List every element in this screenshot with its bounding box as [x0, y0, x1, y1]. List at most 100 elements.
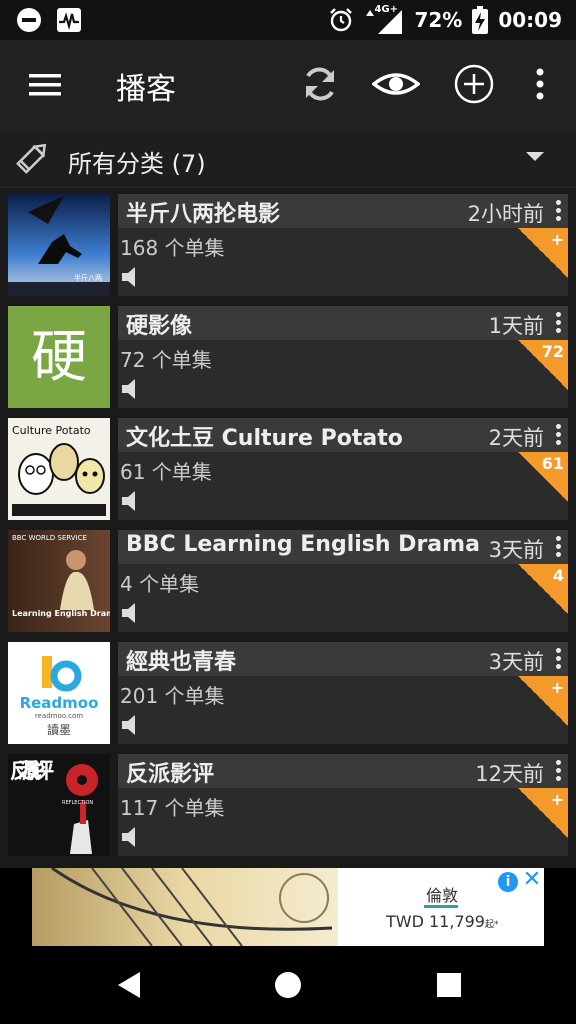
- podcast-info: 硬影像 1天前 72 个单集 72: [118, 306, 568, 408]
- signal-icon: 4G+: [364, 4, 404, 34]
- title-strip: 半斤八两抡电影 2小时前: [118, 194, 568, 228]
- readmoo-url-text: readmoo.com: [35, 712, 83, 720]
- podcast-row[interactable]: Readmoo readmoo.com 讀墨 經典也青春 3天前 201 个单集…: [8, 636, 568, 744]
- more-vert-icon[interactable]: [554, 646, 562, 672]
- add-circle-icon[interactable]: [452, 62, 496, 106]
- menu-icon[interactable]: [28, 68, 62, 102]
- bbc-show-text: Learning English Drama: [12, 609, 110, 618]
- podcast-title: 硬影像: [126, 314, 193, 339]
- episode-count: 72 个单集: [120, 348, 212, 372]
- podcast-row[interactable]: Culture Potato 文化土豆 Culture Potato 2天前 6…: [8, 412, 568, 520]
- badge-value: +: [550, 790, 564, 809]
- speaker-icon: [122, 267, 135, 287]
- podcast-title: BBC Learning English Drama: [126, 532, 480, 557]
- ad-price: TWD 11,799起*: [386, 912, 499, 931]
- ad-info-icon[interactable]: i: [498, 872, 518, 892]
- more-vert-icon[interactable]: [554, 198, 562, 224]
- podcast-info: BBC Learning English Drama 3天前 4 个单集 4: [118, 530, 568, 632]
- more-vert-icon[interactable]: [528, 62, 552, 106]
- podcast-artwork-readmoo: Readmoo readmoo.com 讀墨: [8, 642, 110, 744]
- podcast-updated-time: 12天前: [475, 762, 544, 786]
- more-vert-icon[interactable]: [554, 422, 562, 448]
- podcast-title: 文化土豆 Culture Potato: [126, 426, 403, 451]
- badge-value: 61: [541, 454, 564, 473]
- podcast-updated-time: 3天前: [488, 650, 544, 674]
- podcast-title: 反派影评: [126, 762, 215, 787]
- readmoo-cn-text: 讀墨: [47, 723, 71, 737]
- episode-count: 61 个单集: [120, 460, 212, 484]
- clock: 00:09: [498, 8, 562, 32]
- podcast-title: 半斤八两抡电影: [126, 202, 281, 227]
- activity-monitor-icon: [57, 8, 81, 32]
- speaker-icon: [122, 379, 135, 399]
- podcast-updated-time: 2天前: [488, 426, 544, 450]
- episode-count: 4 个单集: [120, 572, 200, 596]
- eye-icon[interactable]: [372, 62, 420, 106]
- new-episodes-badge: 72: [518, 340, 568, 390]
- new-episodes-badge: 61: [518, 452, 568, 502]
- podcast-info: 反派影评 12天前 117 个单集 +: [118, 754, 568, 856]
- podcast-updated-time: 1天前: [488, 314, 544, 338]
- fanpai-thumb-text: 反派影评: [10, 759, 54, 783]
- system-nav-bar: [0, 946, 576, 1024]
- podcast-row[interactable]: 反派影评 REFLECTION 反派影评 12天前 117 个单集 +: [8, 748, 568, 856]
- episode-count: 168 个单集: [120, 236, 225, 260]
- badge-value: +: [550, 678, 564, 697]
- podcast-info: 經典也青春 3天前 201 个单集 +: [118, 642, 568, 744]
- ad-banner[interactable]: 倫敦 TWD 11,799起* i ✕: [32, 868, 544, 946]
- do-not-disturb-icon: [17, 8, 41, 32]
- badge-value: +: [550, 230, 564, 249]
- podcast-artwork-fanpai: 反派影评 REFLECTION: [8, 754, 110, 856]
- status-bar: 4G+ 72% 00:09: [0, 0, 576, 40]
- chevron-down-icon[interactable]: [526, 152, 544, 161]
- fanpai-sub-text: REFLECTION: [62, 800, 93, 806]
- podcast-updated-time: 3天前: [488, 538, 544, 562]
- more-vert-icon[interactable]: [554, 310, 562, 336]
- title-strip: BBC Learning English Drama 3天前: [118, 530, 568, 564]
- title-strip: 反派影评 12天前: [118, 754, 568, 788]
- podcast-row[interactable]: 硬 硬影像 1天前 72 个单集 72: [8, 300, 568, 408]
- yingyingxiang-thumb-text: 硬: [31, 325, 87, 390]
- podcast-updated-time: 2小时前: [467, 202, 544, 226]
- refresh-icon[interactable]: [298, 62, 342, 106]
- speaker-icon: [122, 715, 135, 735]
- podcast-info: 文化土豆 Culture Potato 2天前 61 个单集 61: [118, 418, 568, 520]
- ad-price-suffix: 起*: [484, 920, 499, 930]
- close-icon[interactable]: ✕: [522, 869, 542, 891]
- home-icon[interactable]: [271, 968, 305, 1002]
- ad-image: [32, 868, 338, 946]
- speaker-icon: [122, 491, 135, 511]
- battery-percent: 72%: [414, 8, 463, 32]
- podcast-artwork-banjin: 半斤八两: [8, 194, 110, 296]
- podcast-title: 經典也青春: [126, 650, 237, 675]
- new-episodes-badge: +: [518, 788, 568, 838]
- battery-charging-icon: [472, 6, 489, 34]
- bbc-world-service-text: BBC WORLD SERVICE: [12, 534, 87, 542]
- more-vert-icon[interactable]: [554, 534, 562, 560]
- ad-city: 倫敦: [426, 886, 459, 905]
- new-episodes-badge: 4: [518, 564, 568, 614]
- podcast-artwork-yingyingxiang: 硬: [8, 306, 110, 408]
- category-label: 所有分类 (7): [68, 150, 206, 178]
- title-strip: 硬影像 1天前: [118, 306, 568, 340]
- podcast-list: 半斤八两 半斤八两抡电影 2小时前 168 个单集 + 硬 硬影像 1天前 72…: [0, 188, 576, 868]
- pencil-icon: [16, 143, 47, 174]
- podcast-row[interactable]: BBC WORLD SERVICE Learning English Drama…: [8, 524, 568, 632]
- badge-value: 72: [541, 342, 564, 361]
- app-bar: 播客: [0, 40, 576, 130]
- ad-price-value: TWD 11,799: [386, 912, 485, 931]
- more-vert-icon[interactable]: [554, 758, 562, 784]
- speaker-icon: [122, 827, 135, 847]
- culture-potato-thumb-text: Culture Potato: [12, 424, 91, 437]
- alarm-icon: [330, 8, 353, 32]
- recents-icon[interactable]: [432, 968, 466, 1002]
- banjin-thumb-text: 半斤八两: [74, 273, 102, 282]
- podcast-row[interactable]: 半斤八两 半斤八两抡电影 2小时前 168 个单集 +: [8, 188, 568, 296]
- speaker-icon: [122, 603, 135, 623]
- ad-divider: [424, 905, 458, 908]
- back-icon[interactable]: [112, 968, 146, 1002]
- category-selector[interactable]: 所有分类 (7): [0, 130, 576, 188]
- readmoo-thumb-text: Readmoo: [20, 694, 99, 712]
- episode-count: 201 个单集: [120, 684, 225, 708]
- podcast-info: 半斤八两抡电影 2小时前 168 个单集 +: [118, 194, 568, 296]
